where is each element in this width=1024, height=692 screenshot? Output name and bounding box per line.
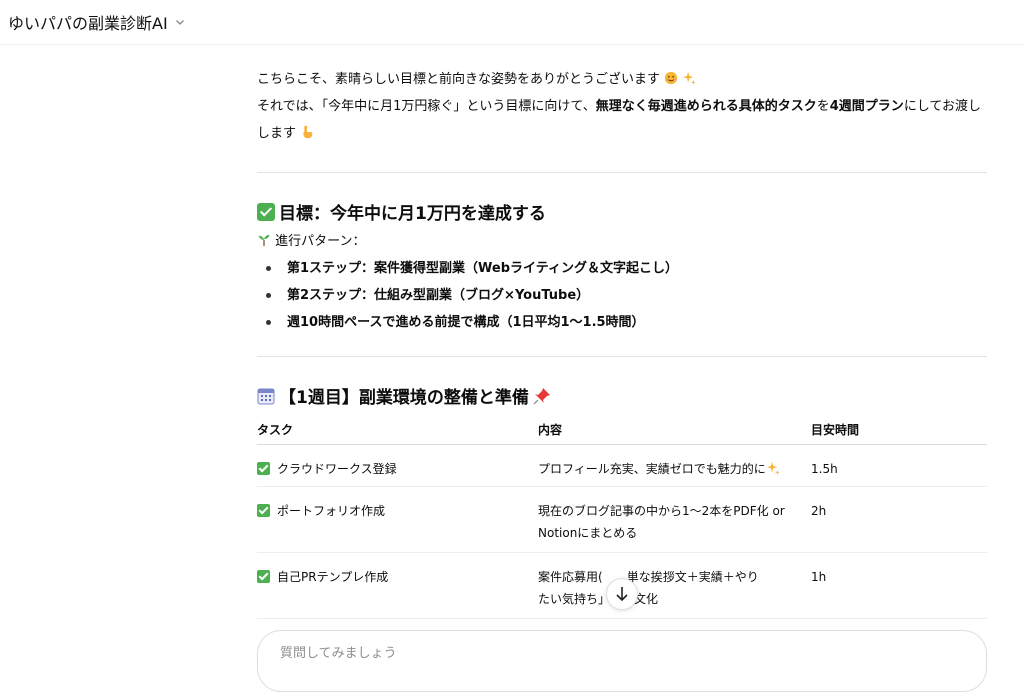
smile-emoji-icon (665, 71, 678, 85)
intro-line-1: こちらこそ、素晴らしい目標と前向きな姿勢をありがとうございます (257, 72, 661, 87)
detail-text: 単な挨拶文＋実績＋やり (626, 570, 759, 584)
detail-text: 案件応募用( (538, 570, 603, 584)
arrow-down-icon (616, 587, 628, 602)
list-item: 週10時間ペースで進める前提で構成（1日平均1〜1.5時間） (257, 309, 987, 336)
chevron-down-icon (175, 20, 184, 25)
top-bar: ゆいパパの副業診断AI (0, 0, 1024, 45)
check-box-icon (257, 504, 270, 517)
sparkles-icon (766, 461, 780, 475)
check-box-icon (257, 462, 270, 475)
intro-paragraph: こちらこそ、素晴らしい目標と前向きな姿勢をありがとうございます それでは、「今年… (257, 66, 987, 147)
detail-text: たい気持ち」を明文化 (538, 592, 659, 606)
table-row: ポートフォリオ作成 現在のブログ記事の中から1〜2本をPDF化 or Notion… (257, 486, 987, 553)
model-selector-button[interactable]: ゆいパパの副業診断AI (8, 10, 186, 34)
pattern-label-text: 進行パターン： (275, 234, 366, 249)
task-text: クラウドワークス登録 (277, 462, 397, 476)
app-title: ゆいパパの副業診断AI (8, 14, 168, 33)
scroll-to-bottom-button[interactable] (606, 578, 638, 610)
intro-line-2-post: にしてお渡し (903, 99, 982, 114)
time-cell: 1h (811, 552, 987, 619)
detail-text: Notionにまとめる (538, 526, 638, 540)
column-header-detail: 内容 (538, 414, 811, 445)
table-header-row: タスク 内容 目安時間 (257, 414, 987, 445)
intro-line-2-pre: それでは、「今年中に月1万円稼ぐ」という目標に向けて、 (257, 99, 596, 114)
detail-cell: プロフィール充実、実績ゼロでも魅力的に (538, 444, 811, 487)
message-input[interactable] (278, 645, 962, 662)
goal-heading-text: 目標：今年中に月1万円を達成する (279, 204, 546, 224)
task-text: 自己PRテンプレ作成 (277, 570, 389, 584)
week1-heading: 【1週目】副業環境の整備と準備 (257, 383, 987, 408)
detail-cell: 案件応募用( 単な挨拶文＋実績＋やりたい気持ち」を明文化 (538, 552, 811, 619)
task-cell: ポートフォリオ作成 (257, 486, 538, 553)
week1-heading-text: 【1週目】副業環境の整備と準備 (279, 388, 529, 408)
intro-line-2-mid: を (816, 99, 830, 114)
task-text: ポートフォリオ作成 (277, 504, 386, 518)
check-box-icon (257, 202, 275, 221)
seedling-icon (258, 234, 270, 247)
column-header-task: タスク (257, 414, 538, 445)
chat-message: こちらこそ、素晴らしい目標と前向きな姿勢をありがとうございます それでは、「今年… (257, 66, 987, 619)
calendar-icon (257, 388, 275, 404)
chat-composer (257, 630, 987, 692)
intro-line-3: します (257, 126, 297, 141)
pattern-label: 進行パターン： (257, 228, 987, 255)
sparkles-icon (683, 71, 697, 85)
time-cell: 2h (811, 486, 987, 553)
detail-text: 現在のブログ記事の中から1〜2本をPDF化 or (538, 504, 785, 518)
column-header-time: 目安時間 (811, 414, 987, 445)
table-row: クラウドワークス登録 プロフィール充実、実績ゼロでも魅力的に 1.5h (257, 444, 987, 487)
check-box-icon (257, 570, 270, 583)
list-item: 第2ステップ：仕組み型副業（ブログ×YouTube） (257, 282, 987, 309)
task-cell: クラウドワークス登録 (257, 444, 538, 487)
goal-bullet-list: 第1ステップ：案件獲得型副業（Webライティング＆文字起こし） 第2ステップ：仕… (257, 255, 987, 336)
intro-bold-tasks: 無理なく毎週進められる具体的タスク (595, 99, 817, 114)
pointing-down-icon (303, 125, 313, 139)
intro-bold-plan: 4週間プラン (829, 99, 904, 114)
task-cell: 自己PRテンプレ作成 (257, 552, 538, 619)
detail-cell: 現在のブログ記事の中から1〜2本をPDF化 or Notionにまとめる (538, 486, 811, 553)
time-cell: 1.5h (811, 444, 987, 487)
detail-text: プロフィール充実、実績ゼロでも魅力的に (538, 462, 766, 476)
list-item: 第1ステップ：案件獲得型副業（Webライティング＆文字起こし） (257, 255, 987, 282)
pushpin-icon (533, 387, 550, 405)
goal-heading: 目標：今年中に月1万円を達成する (257, 199, 987, 224)
